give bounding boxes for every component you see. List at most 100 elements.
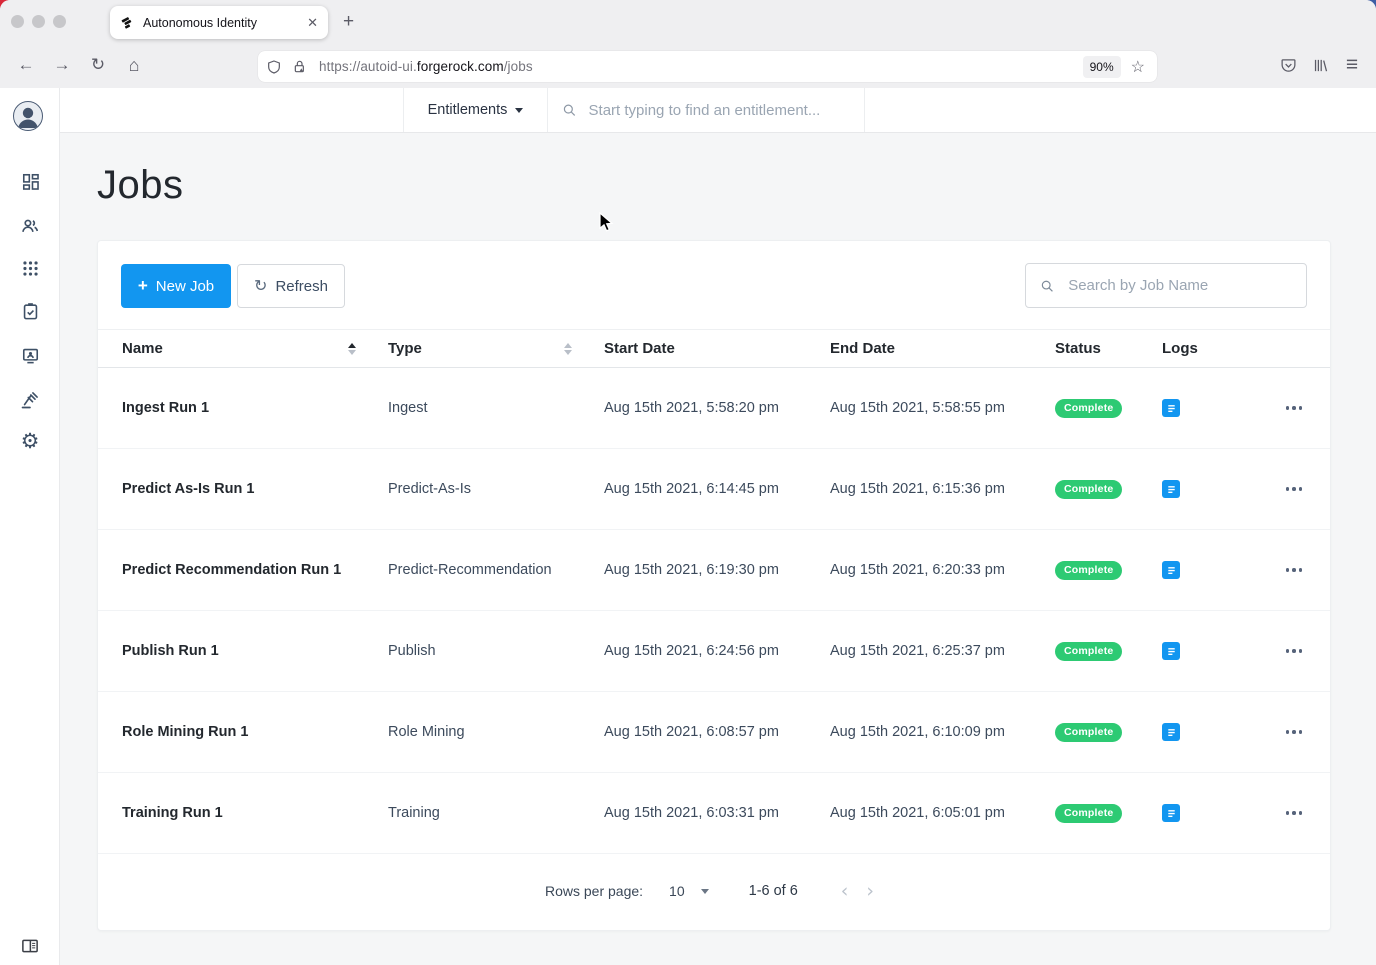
logs-button[interactable]: [1162, 561, 1180, 579]
job-type: Role Mining: [388, 724, 604, 740]
refresh-icon: ↻: [254, 276, 267, 296]
row-actions-ellipsis[interactable]: [1259, 568, 1330, 572]
column-header-name[interactable]: Name: [122, 340, 388, 357]
table-footer: Rows per page: 10 1-6 of 6 ‹ ›: [98, 852, 1330, 930]
row-actions-ellipsis[interactable]: [1259, 406, 1330, 410]
forgerock-logo-icon: [120, 15, 135, 30]
job-end-date: Aug 15th 2021, 6:25:37 pm: [830, 643, 1055, 659]
rows-per-page-label: Rows per page:: [545, 883, 643, 899]
table-row[interactable]: Publish Run 1 Publish Aug 15th 2021, 6:2…: [98, 611, 1330, 692]
chevron-down-icon: [515, 108, 523, 113]
rows-per-page-select[interactable]: 10: [669, 883, 709, 899]
job-name: Predict As-Is Run 1: [122, 481, 388, 497]
sort-icon[interactable]: [348, 343, 356, 355]
status-badge: Complete: [1055, 480, 1122, 499]
logs-button[interactable]: [1162, 642, 1180, 660]
job-start-date: Aug 15th 2021, 6:03:31 pm: [604, 805, 830, 821]
job-end-date: Aug 15th 2021, 5:58:55 pm: [830, 400, 1055, 416]
table-row[interactable]: Predict As-Is Run 1 Predict-As-Is Aug 15…: [98, 449, 1330, 530]
tracking-shield-icon[interactable]: [266, 59, 282, 75]
address-bar[interactable]: https://autoid-ui.forgerock.com/jobs 90%…: [258, 51, 1157, 82]
logs-button[interactable]: [1162, 480, 1180, 498]
refresh-button[interactable]: ↻ Refresh: [237, 264, 345, 308]
logs-button[interactable]: [1162, 723, 1180, 741]
column-header-end-date[interactable]: End Date: [830, 340, 1055, 357]
collapse-sidebar-button[interactable]: [0, 938, 60, 954]
maximize-window-button[interactable]: [53, 15, 66, 28]
row-actions-ellipsis[interactable]: [1259, 811, 1330, 815]
jobs-card: + New Job ↻ Refresh Name: [97, 240, 1331, 931]
browser-window: Autonomous Identity ✕ + ← → ↻ ⌂ https://…: [0, 0, 1376, 965]
jobs-table: Name Type Start Date End Date Status Log…: [98, 329, 1330, 854]
new-tab-button[interactable]: +: [343, 10, 354, 34]
logs-button[interactable]: [1162, 399, 1180, 417]
table-row[interactable]: Training Run 1 Training Aug 15th 2021, 6…: [98, 773, 1330, 854]
page-title: Jobs: [97, 163, 1376, 208]
app-header: Entitlements: [60, 88, 1376, 133]
sidebar-item-rules[interactable]: [0, 390, 60, 410]
tab-title: Autonomous Identity: [143, 16, 299, 30]
zoom-level-indicator[interactable]: 90%: [1083, 56, 1121, 78]
logs-document-icon: [1166, 727, 1177, 738]
back-button[interactable]: ←: [10, 49, 42, 81]
pagination-range: 1-6 of 6: [749, 883, 798, 899]
identities-card-icon: [21, 346, 40, 365]
library-icon[interactable]: [1304, 49, 1336, 81]
row-actions-ellipsis[interactable]: [1259, 730, 1330, 734]
logs-document-icon: [1166, 484, 1177, 495]
job-name: Predict Recommendation Run 1: [122, 562, 388, 578]
status-badge: Complete: [1055, 642, 1122, 661]
minimize-window-button[interactable]: [32, 15, 45, 28]
home-button[interactable]: ⌂: [118, 49, 150, 81]
table-body: Ingest Run 1 Ingest Aug 15th 2021, 5:58:…: [98, 368, 1330, 854]
logs-document-icon: [1166, 565, 1177, 576]
sidebar-item-identities[interactable]: [0, 346, 60, 365]
sort-icon[interactable]: [564, 343, 572, 355]
user-avatar[interactable]: [13, 101, 43, 131]
table-row[interactable]: Predict Recommendation Run 1 Predict-Rec…: [98, 530, 1330, 611]
url-text: https://autoid-ui.forgerock.com/jobs: [319, 59, 533, 74]
column-header-start-date[interactable]: Start Date: [604, 340, 830, 357]
status-badge: Complete: [1055, 561, 1122, 580]
row-actions-ellipsis[interactable]: [1259, 487, 1330, 491]
dashboard-icon: [21, 172, 40, 191]
sidebar-item-tasks[interactable]: [0, 302, 60, 321]
job-start-date: Aug 15th 2021, 5:58:20 pm: [604, 400, 830, 416]
logs-document-icon: [1166, 646, 1177, 657]
next-page-button[interactable]: ›: [857, 880, 883, 902]
close-window-button[interactable]: [11, 15, 24, 28]
logs-button[interactable]: [1162, 804, 1180, 822]
close-tab-icon[interactable]: ✕: [307, 15, 318, 31]
sidebar-item-users[interactable]: [0, 216, 60, 236]
job-search[interactable]: [1025, 263, 1307, 308]
browser-tab[interactable]: Autonomous Identity ✕: [110, 6, 328, 39]
row-actions-ellipsis[interactable]: [1259, 649, 1330, 653]
sidebar-item-settings[interactable]: ⚙: [0, 432, 60, 452]
search-icon: [1040, 278, 1054, 294]
bookmark-star-icon[interactable]: ☆: [1131, 57, 1145, 77]
menu-hamburger-icon[interactable]: ≡: [1336, 49, 1368, 81]
table-row[interactable]: Ingest Run 1 Ingest Aug 15th 2021, 5:58:…: [98, 368, 1330, 449]
pocket-icon[interactable]: [1272, 49, 1304, 81]
previous-page-button[interactable]: ‹: [832, 880, 858, 902]
entitlement-search[interactable]: [548, 88, 865, 132]
reload-button[interactable]: ↻: [82, 49, 114, 81]
sidebar-item-dashboard[interactable]: [0, 172, 60, 191]
sidebar-item-applications[interactable]: [0, 259, 60, 278]
job-end-date: Aug 15th 2021, 6:10:09 pm: [830, 724, 1055, 740]
new-job-button[interactable]: + New Job: [121, 264, 231, 308]
lock-warning-icon[interactable]: [292, 59, 308, 75]
job-search-input[interactable]: [1068, 277, 1292, 294]
table-row[interactable]: Role Mining Run 1 Role Mining Aug 15th 2…: [98, 692, 1330, 773]
forward-button[interactable]: →: [46, 49, 78, 81]
context-dropdown[interactable]: Entitlements: [403, 88, 548, 132]
settings-gear-icon: ⚙: [21, 432, 40, 452]
column-header-status[interactable]: Status: [1055, 340, 1162, 357]
entitlement-search-input[interactable]: [589, 102, 850, 119]
window-controls[interactable]: [11, 15, 66, 28]
job-name: Ingest Run 1: [122, 400, 388, 416]
collapse-sidebar-icon: [21, 938, 39, 954]
main-content: Jobs + New Job ↻ Refresh Name: [60, 133, 1376, 965]
column-header-logs[interactable]: Logs: [1162, 340, 1259, 357]
column-header-type[interactable]: Type: [388, 340, 604, 357]
